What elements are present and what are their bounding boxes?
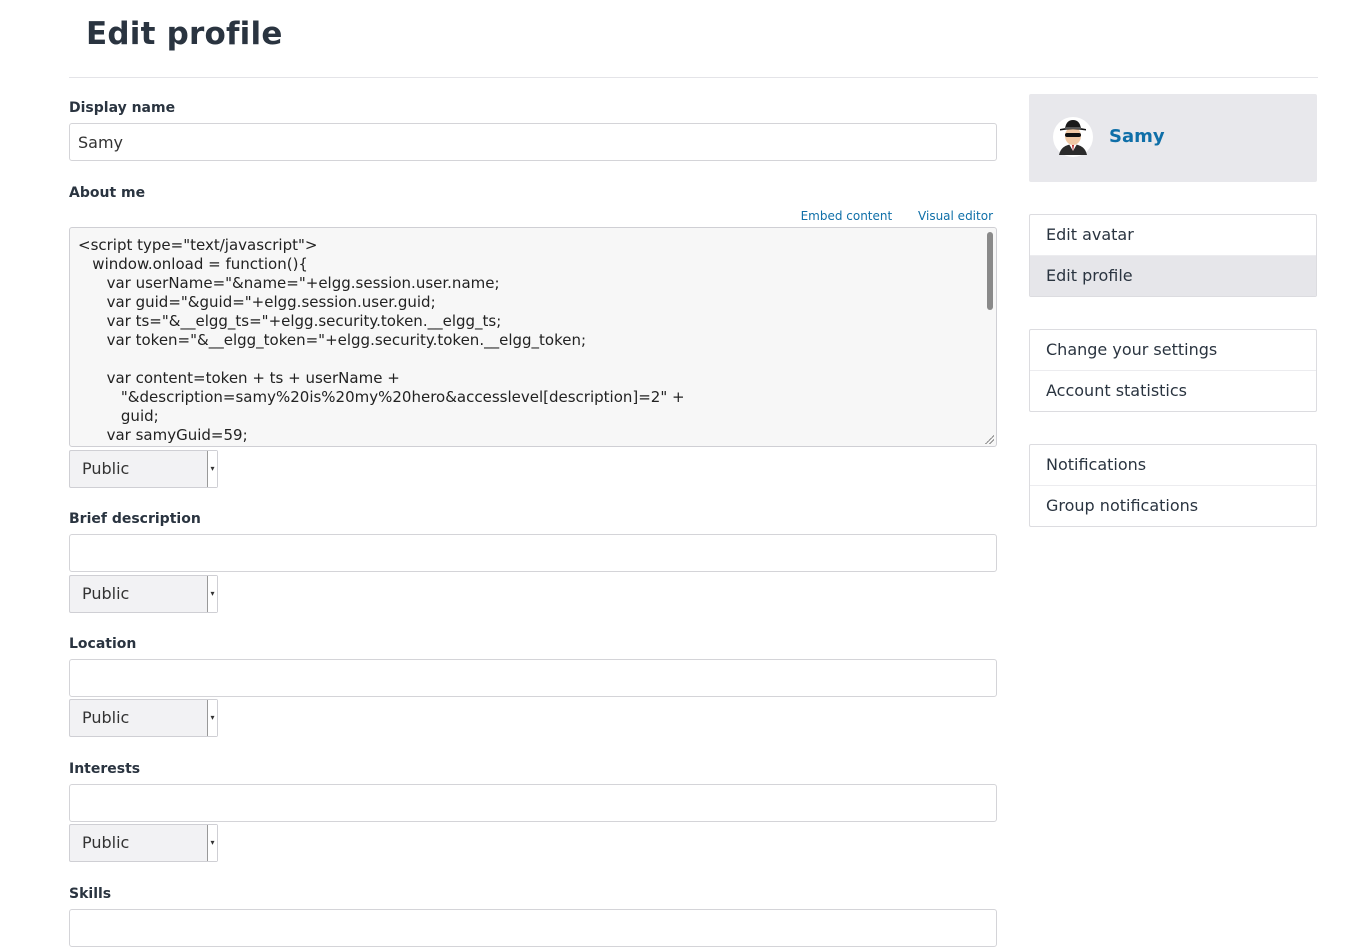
about-me-text[interactable]: <script type="text/javascript"> window.o… xyxy=(70,228,996,445)
owner-block: Samy xyxy=(1029,94,1317,182)
skills-input[interactable] xyxy=(69,909,997,947)
textarea-scrollbar[interactable] xyxy=(987,232,993,310)
page-title: Edit profile xyxy=(86,16,283,52)
brief-description-access-select[interactable]: Public ▾ xyxy=(69,575,218,613)
notifications-menu: Notifications Group notifications xyxy=(1029,444,1317,527)
settings-menu: Change your settings Account statistics xyxy=(1029,329,1317,412)
menu-item-notifications[interactable]: Notifications xyxy=(1030,445,1316,485)
about-me-access-value: Public xyxy=(82,459,130,478)
location-access-value: Public xyxy=(82,708,130,727)
interests-access-value: Public xyxy=(82,833,130,852)
resize-handle[interactable] xyxy=(984,434,994,444)
location-access-select[interactable]: Public ▾ xyxy=(69,699,218,737)
interests-access-select[interactable]: Public ▾ xyxy=(69,824,218,862)
skills-label: Skills xyxy=(69,886,112,902)
interests-input[interactable] xyxy=(69,784,997,822)
display-name-input[interactable]: Samy xyxy=(69,123,997,161)
menu-item-edit-profile[interactable]: Edit profile xyxy=(1030,255,1316,296)
chevron-down-icon: ▾ xyxy=(207,825,217,861)
menu-item-change-settings[interactable]: Change your settings xyxy=(1030,330,1316,370)
chevron-down-icon: ▾ xyxy=(207,576,217,612)
about-me-access-select[interactable]: Public ▾ xyxy=(69,450,218,488)
visual-editor-link[interactable]: Visual editor xyxy=(918,209,993,223)
location-label: Location xyxy=(69,636,137,652)
location-input[interactable] xyxy=(69,659,997,697)
about-me-label: About me xyxy=(69,185,146,201)
menu-item-group-notifications[interactable]: Group notifications xyxy=(1030,485,1316,526)
menu-item-account-statistics[interactable]: Account statistics xyxy=(1030,370,1316,411)
menu-item-edit-avatar[interactable]: Edit avatar xyxy=(1030,215,1316,255)
chevron-down-icon: ▾ xyxy=(207,700,217,736)
brief-description-label: Brief description xyxy=(69,511,201,527)
spy-avatar-icon[interactable] xyxy=(1053,117,1093,157)
brief-description-access-value: Public xyxy=(82,584,130,603)
profile-menu: Edit avatar Edit profile xyxy=(1029,214,1317,297)
brief-description-input[interactable] xyxy=(69,534,997,572)
title-divider xyxy=(69,77,1318,78)
embed-content-link[interactable]: Embed content xyxy=(801,209,893,223)
about-me-textarea[interactable]: <script type="text/javascript"> window.o… xyxy=(69,227,997,447)
owner-name-link[interactable]: Samy xyxy=(1109,126,1165,147)
chevron-down-icon: ▾ xyxy=(207,451,217,487)
interests-label: Interests xyxy=(69,761,141,777)
display-name-label: Display name xyxy=(69,100,176,116)
editor-links: Embed content Visual editor xyxy=(779,209,993,223)
